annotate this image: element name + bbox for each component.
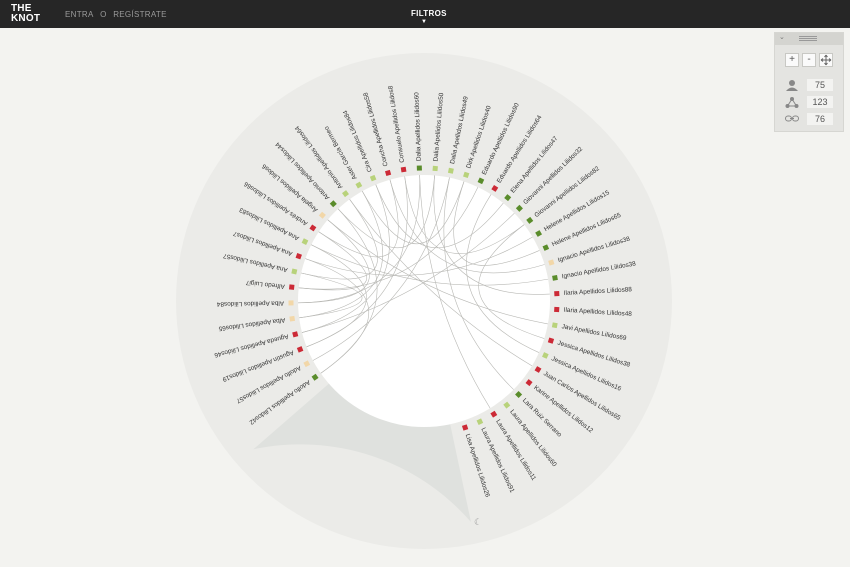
- drag-handle-icon[interactable]: [799, 36, 817, 42]
- person-icon: [786, 80, 798, 91]
- guest-marker[interactable]: [551, 322, 558, 329]
- guest-marker[interactable]: [554, 291, 560, 297]
- connections-count: 76: [807, 113, 833, 125]
- inner-disc: [298, 175, 550, 427]
- chevron-down-icon[interactable]: ⌄: [779, 33, 785, 41]
- guest-marker[interactable]: [447, 167, 454, 174]
- zoom-in-button[interactable]: +: [785, 53, 799, 67]
- panel-header[interactable]: ⌄: [775, 33, 843, 45]
- guest-marker[interactable]: [288, 284, 295, 290]
- guest-marker[interactable]: [554, 306, 560, 313]
- control-panel: ⌄ + - 75 123 76: [774, 32, 844, 132]
- guest-marker[interactable]: [416, 165, 422, 171]
- guest-marker[interactable]: [288, 300, 294, 306]
- guest-label[interactable]: Alba Apellidos Lilidos84: [216, 299, 284, 307]
- loading-moon-icon: ☾: [474, 517, 483, 527]
- guest-marker[interactable]: [400, 166, 407, 173]
- network-icon: [785, 97, 799, 108]
- links-count: 123: [807, 96, 833, 108]
- guest-marker[interactable]: [289, 315, 296, 322]
- fit-view-button[interactable]: [819, 53, 833, 67]
- guest-relationship-chart[interactable]: Adolfo Apellidos Lilidos42Adolfo Apellid…: [0, 0, 850, 567]
- guest-marker[interactable]: [432, 165, 438, 172]
- move-arrows-icon: [820, 54, 832, 66]
- guest-marker[interactable]: [552, 275, 558, 281]
- link-chain-icon: [785, 115, 799, 122]
- people-count: 75: [807, 79, 833, 91]
- zoom-out-button[interactable]: -: [802, 53, 816, 67]
